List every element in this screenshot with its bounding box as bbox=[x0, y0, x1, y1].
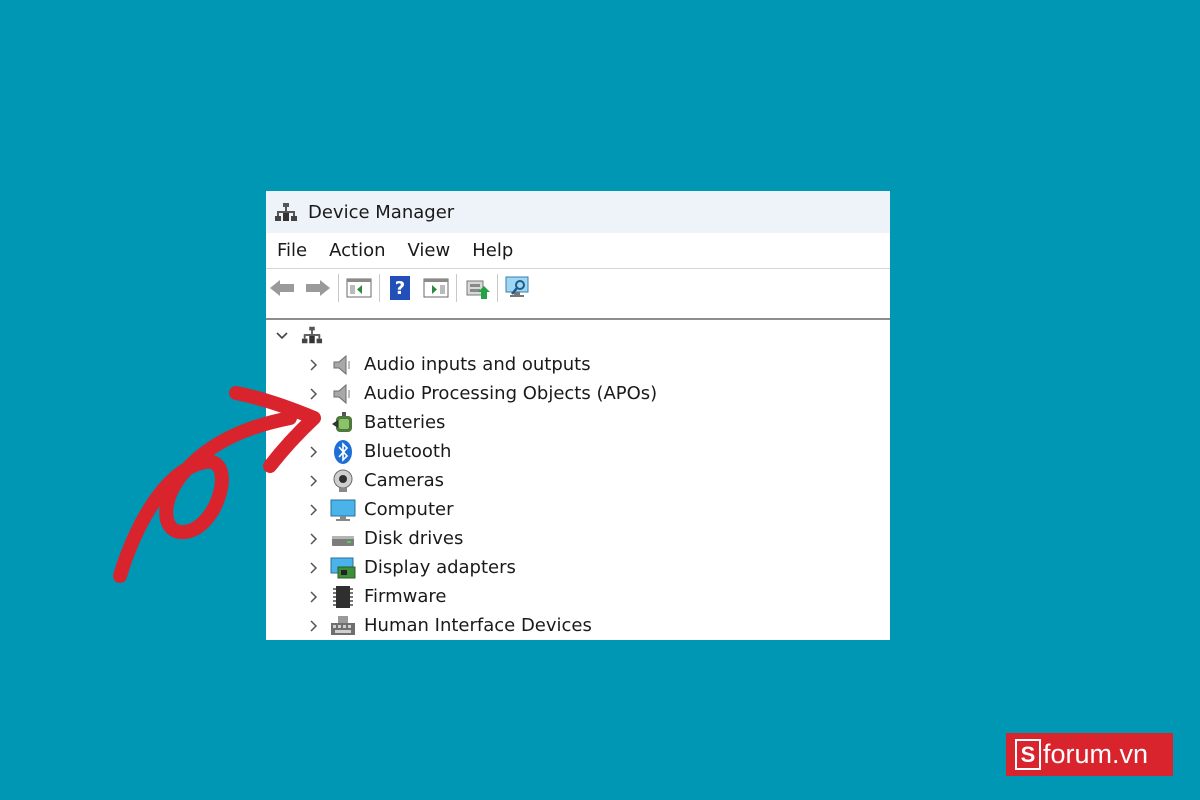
help-button[interactable]: ? bbox=[386, 274, 414, 302]
scan-hardware-button[interactable] bbox=[504, 274, 532, 302]
show-hide-console-tree-icon bbox=[346, 278, 372, 298]
chevron-right-icon[interactable] bbox=[306, 474, 320, 488]
tree-item-audio-processing-objects[interactable]: Audio Processing Objects (APOs) bbox=[266, 379, 890, 408]
device-manager-app-icon bbox=[275, 203, 297, 221]
sforum-logo-letter: S bbox=[1015, 739, 1041, 770]
camera-icon bbox=[333, 469, 353, 492]
forward-arrow-icon bbox=[306, 280, 330, 296]
chevron-right-icon[interactable] bbox=[306, 445, 320, 459]
speaker-icon bbox=[333, 383, 350, 404]
toolbar-separator bbox=[379, 274, 380, 302]
tree-item-human-interface-devices[interactable]: Human Interface Devices bbox=[266, 611, 890, 640]
help-icon: ? bbox=[390, 276, 410, 300]
menu-action[interactable]: Action bbox=[318, 240, 396, 261]
display-adapter-icon bbox=[330, 557, 356, 578]
tree-item-label: Display adapters bbox=[364, 557, 516, 578]
show-hide-console-tree-button[interactable] bbox=[345, 274, 373, 302]
chevron-down-icon[interactable] bbox=[275, 329, 289, 343]
toolbar-separator bbox=[456, 274, 457, 302]
menu-view[interactable]: View bbox=[397, 240, 462, 261]
update-driver-button[interactable] bbox=[463, 274, 491, 302]
scan-hardware-icon bbox=[505, 276, 529, 297]
chevron-right-icon[interactable] bbox=[306, 590, 320, 604]
back-arrow-icon bbox=[270, 280, 294, 296]
svg-text:?: ? bbox=[395, 278, 405, 299]
tree-item-batteries[interactable]: Batteries bbox=[266, 408, 890, 437]
toolbar-separator bbox=[338, 274, 339, 302]
tree-item-label: Audio inputs and outputs bbox=[364, 354, 591, 375]
monitor-icon bbox=[330, 499, 356, 521]
action-pane-button[interactable] bbox=[422, 274, 450, 302]
sforum-logo-text: forum.vn bbox=[1043, 739, 1149, 769]
tree-item-bluetooth[interactable]: Bluetooth bbox=[266, 437, 890, 466]
speaker-icon bbox=[333, 354, 350, 375]
hid-keyboard-icon bbox=[331, 615, 355, 635]
tree-item-label: Human Interface Devices bbox=[364, 615, 592, 636]
chevron-right-icon[interactable] bbox=[306, 358, 320, 372]
tree-item-label: Firmware bbox=[364, 586, 447, 607]
tree-root-node[interactable] bbox=[266, 321, 890, 350]
title-bar[interactable]: Device Manager bbox=[266, 191, 890, 233]
battery-icon bbox=[332, 411, 352, 432]
menu-file[interactable]: File bbox=[266, 240, 318, 261]
disk-drive-icon bbox=[332, 535, 354, 546]
content-divider bbox=[266, 318, 890, 320]
menu-bar: File Action View Help bbox=[266, 233, 890, 267]
tree-item-firmware[interactable]: Firmware bbox=[266, 582, 890, 611]
chevron-right-icon[interactable] bbox=[306, 619, 320, 633]
tree-item-disk-drives[interactable]: Disk drives bbox=[266, 524, 890, 553]
tree-item-cameras[interactable]: Cameras bbox=[266, 466, 890, 495]
back-button[interactable] bbox=[268, 274, 296, 302]
forward-button[interactable] bbox=[304, 274, 332, 302]
chevron-right-icon[interactable] bbox=[306, 561, 320, 575]
menu-help[interactable]: Help bbox=[461, 240, 524, 261]
tree-item-audio-inputs[interactable]: Audio inputs and outputs bbox=[266, 350, 890, 379]
tree-item-display-adapters[interactable]: Display adapters bbox=[266, 553, 890, 582]
device-manager-window: Device Manager File Action View Help ? A… bbox=[266, 191, 890, 640]
update-driver-icon bbox=[466, 280, 490, 299]
tree-item-label: Batteries bbox=[364, 412, 446, 433]
tree-item-label: Audio Processing Objects (APOs) bbox=[364, 383, 658, 404]
bluetooth-icon bbox=[334, 439, 352, 464]
computer-tower-icon bbox=[301, 326, 323, 344]
firmware-chip-icon bbox=[333, 585, 353, 608]
tree-item-label: Computer bbox=[364, 499, 454, 520]
tree-item-computer[interactable]: Computer bbox=[266, 495, 890, 524]
window-title: Device Manager bbox=[308, 201, 455, 223]
toolbar-separator bbox=[497, 274, 498, 302]
curly-arrow-stroke bbox=[113, 411, 297, 583]
tree-item-label: Disk drives bbox=[364, 528, 464, 549]
sforum-logo: S forum.vn bbox=[1006, 733, 1173, 776]
tree-item-label: Bluetooth bbox=[364, 441, 452, 462]
chevron-right-icon[interactable] bbox=[306, 416, 320, 430]
chevron-right-icon[interactable] bbox=[306, 503, 320, 517]
chevron-right-icon[interactable] bbox=[306, 387, 320, 401]
chevron-right-icon[interactable] bbox=[306, 532, 320, 546]
device-tree: Audio inputs and outputs Audio Processin… bbox=[266, 321, 890, 640]
action-pane-icon bbox=[423, 278, 449, 298]
toolbar: ? bbox=[266, 268, 890, 307]
tree-item-label: Cameras bbox=[364, 470, 445, 491]
